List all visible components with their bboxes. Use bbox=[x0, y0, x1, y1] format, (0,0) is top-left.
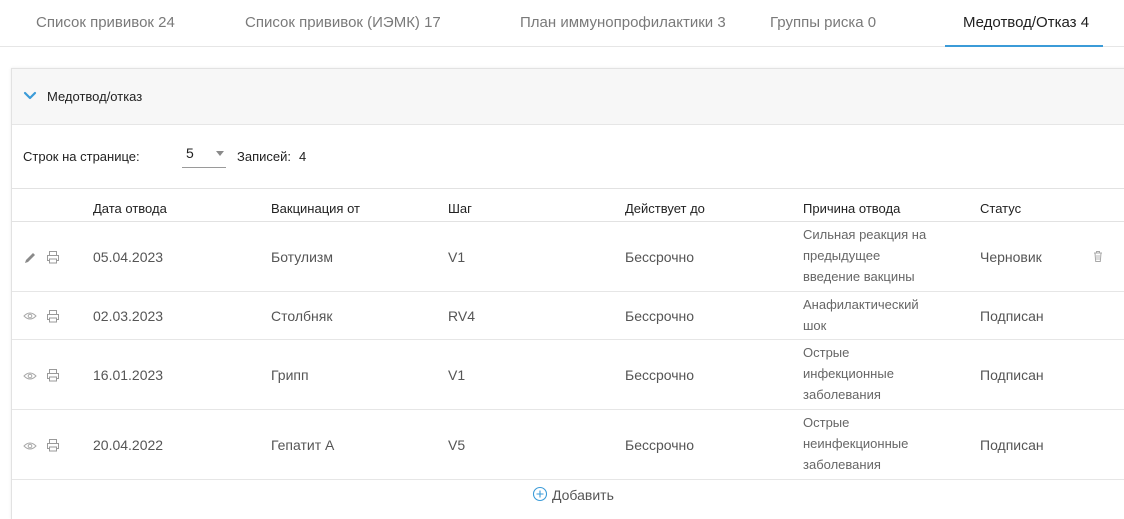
cell-date: 02.03.2023 bbox=[93, 308, 164, 324]
exemption-panel: Медотвод/отказ Строк на странице: 5 Запи… bbox=[11, 68, 1124, 519]
chevron-down-icon[interactable] bbox=[23, 89, 37, 103]
tab-vaccination-list[interactable]: Список прививок 24 bbox=[36, 0, 175, 46]
records-label: Записей: bbox=[237, 149, 291, 164]
print-icon[interactable] bbox=[46, 438, 60, 452]
panel-header[interactable]: Медотвод/отказ bbox=[12, 69, 1124, 125]
header-status: Статус bbox=[980, 201, 1022, 216]
cell-status: Подписан bbox=[980, 308, 1044, 324]
edit-icon[interactable] bbox=[23, 251, 37, 265]
tab-bar: Список прививок 24 Список прививок (ИЭМК… bbox=[0, 0, 1124, 47]
add-button[interactable]: Добавить bbox=[552, 487, 614, 503]
table-row[interactable]: 05.04.2023 Ботулизм V1 Бессрочно Сильная… bbox=[12, 222, 1124, 292]
print-icon[interactable] bbox=[46, 309, 60, 323]
dropdown-arrow-icon[interactable] bbox=[216, 151, 224, 156]
header-step: Шаг bbox=[448, 201, 472, 216]
table-row[interactable]: 02.03.2023 Столбняк RV4 Бессрочно Анафил… bbox=[12, 292, 1124, 340]
cell-reason: Анафилактический шок bbox=[803, 294, 963, 336]
header-reason: Причина отвода bbox=[803, 201, 901, 216]
plus-circle-icon[interactable] bbox=[532, 486, 548, 502]
reason-line: Сильная реакция на bbox=[803, 227, 927, 242]
reason-line: инфекционные bbox=[803, 366, 894, 381]
cell-valid-until: Бессрочно bbox=[625, 249, 695, 265]
reason-line: Острые bbox=[803, 415, 850, 430]
tab-medical-exemption[interactable]: Медотвод/Отказ 4 bbox=[944, 0, 1104, 47]
cell-date: 05.04.2023 bbox=[93, 249, 164, 265]
view-eye-icon[interactable] bbox=[23, 309, 37, 323]
header-valid-until: Действует до bbox=[625, 201, 705, 216]
reason-line: введение вакцины bbox=[803, 269, 915, 284]
cell-date: 16.01.2023 bbox=[93, 367, 164, 383]
reason-line: предыдущее bbox=[803, 248, 881, 263]
reason-line: неинфекционные bbox=[803, 436, 909, 451]
print-icon[interactable] bbox=[46, 250, 60, 264]
reason-line: заболевания bbox=[803, 457, 881, 472]
cell-status: Подписан bbox=[980, 367, 1044, 383]
header-date: Дата отвода bbox=[93, 201, 167, 216]
reason-line: Анафилактический bbox=[803, 297, 919, 312]
records-count: 4 bbox=[299, 149, 307, 164]
rows-per-page-label: Строк на странице: bbox=[23, 149, 140, 164]
tab-vaccination-list-iemk[interactable]: Список прививок (ИЭМК) 17 bbox=[245, 0, 441, 46]
view-eye-icon[interactable] bbox=[23, 369, 37, 383]
view-eye-icon[interactable] bbox=[23, 439, 37, 453]
cell-reason: Острые инфекционные заболевания bbox=[803, 342, 963, 405]
cell-status: Подписан bbox=[980, 437, 1044, 453]
cell-step: V1 bbox=[448, 367, 466, 383]
cell-step: V5 bbox=[448, 437, 466, 453]
rows-per-page-select[interactable]: 5 bbox=[182, 143, 226, 168]
cell-vaccine: Грипп bbox=[271, 367, 309, 383]
cell-step: V1 bbox=[448, 249, 466, 265]
cell-reason: Острые неинфекционные заболевания bbox=[803, 412, 963, 475]
cell-valid-until: Бессрочно bbox=[625, 367, 695, 383]
cell-vaccine: Гепатит А bbox=[271, 437, 335, 453]
table-row[interactable]: 20.04.2022 Гепатит А V5 Бессрочно Острые… bbox=[12, 410, 1124, 480]
reason-line: шок bbox=[803, 318, 827, 333]
tab-risk-groups[interactable]: Группы риска 0 bbox=[770, 0, 876, 46]
cell-step: RV4 bbox=[448, 308, 475, 324]
cell-valid-until: Бессрочно bbox=[625, 308, 695, 324]
panel-title: Медотвод/отказ bbox=[47, 89, 143, 104]
header-vaccine: Вакцинация от bbox=[271, 201, 360, 216]
cell-vaccine: Столбняк bbox=[271, 308, 333, 324]
cell-valid-until: Бессрочно bbox=[625, 437, 695, 453]
pagination-bar: Строк на странице: 5 Записей: 4 bbox=[12, 125, 1124, 189]
add-row: Добавить bbox=[12, 481, 1124, 511]
table-row[interactable]: 16.01.2023 Грипп V1 Бессрочно Острые инф… bbox=[12, 340, 1124, 410]
cell-reason: Сильная реакция на предыдущее введение в… bbox=[803, 224, 963, 287]
cell-date: 20.04.2022 bbox=[93, 437, 164, 453]
cell-vaccine: Ботулизм bbox=[271, 249, 333, 265]
tab-immunization-plan[interactable]: План иммунопрофилактики 3 bbox=[520, 0, 726, 46]
cell-status: Черновик bbox=[980, 249, 1042, 265]
rows-per-page-value: 5 bbox=[186, 145, 194, 161]
reason-line: заболевания bbox=[803, 387, 881, 402]
print-icon[interactable] bbox=[46, 368, 60, 382]
table-header: Дата отвода Вакцинация от Шаг Действует … bbox=[12, 189, 1124, 222]
trash-icon[interactable] bbox=[1091, 249, 1105, 263]
reason-line: Острые bbox=[803, 345, 850, 360]
